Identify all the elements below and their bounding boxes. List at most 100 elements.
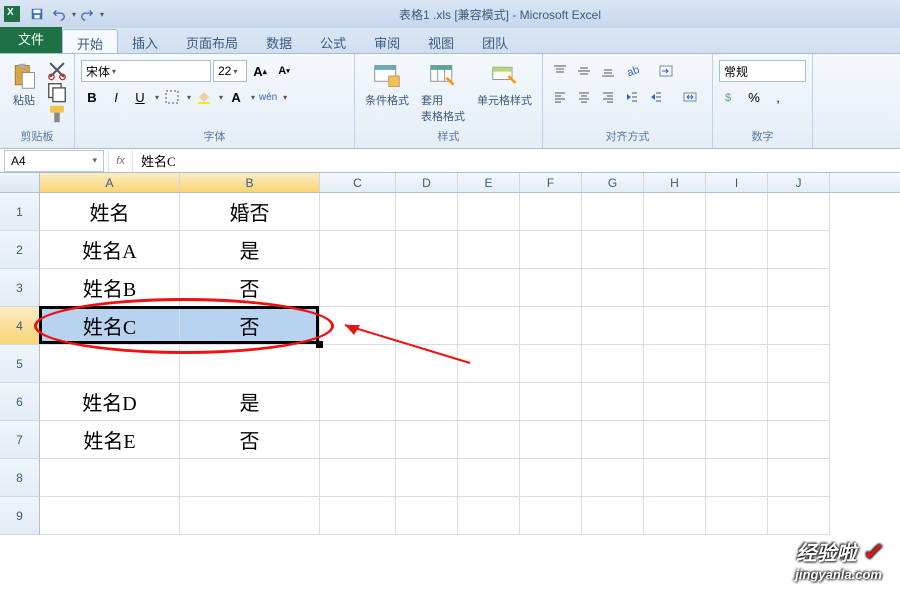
col-header-D[interactable]: D bbox=[396, 173, 458, 192]
col-header-A[interactable]: A bbox=[40, 173, 180, 192]
underline-button[interactable]: U bbox=[129, 86, 151, 108]
cell-D3[interactable] bbox=[396, 269, 458, 307]
tab-data[interactable]: 数据 bbox=[252, 29, 306, 53]
decrease-indent-button[interactable] bbox=[621, 86, 643, 108]
row-header-7[interactable]: 7 bbox=[0, 421, 40, 459]
col-header-C[interactable]: C bbox=[320, 173, 396, 192]
border-button[interactable] bbox=[161, 86, 183, 108]
cell-C1[interactable] bbox=[320, 193, 396, 231]
cell-B2[interactable]: 是 bbox=[180, 231, 320, 269]
cell-I8[interactable] bbox=[706, 459, 768, 497]
cell-D2[interactable] bbox=[396, 231, 458, 269]
cell-E1[interactable] bbox=[458, 193, 520, 231]
cell-E4[interactable] bbox=[458, 307, 520, 345]
cell-A2[interactable]: 姓名A bbox=[40, 231, 180, 269]
tab-home[interactable]: 开始 bbox=[62, 29, 118, 53]
cell-C3[interactable] bbox=[320, 269, 396, 307]
cell-B3[interactable]: 否 bbox=[180, 269, 320, 307]
qat-redo-button[interactable] bbox=[77, 4, 97, 24]
cell-A7[interactable]: 姓名E bbox=[40, 421, 180, 459]
cell-J1[interactable] bbox=[768, 193, 830, 231]
row-header-2[interactable]: 2 bbox=[0, 231, 40, 269]
cell-I1[interactable] bbox=[706, 193, 768, 231]
cell-A5[interactable] bbox=[40, 345, 180, 383]
orientation-button[interactable]: ab bbox=[621, 60, 643, 82]
row-header-8[interactable]: 8 bbox=[0, 459, 40, 497]
cell-H1[interactable] bbox=[644, 193, 706, 231]
cell-D6[interactable] bbox=[396, 383, 458, 421]
cell-C8[interactable] bbox=[320, 459, 396, 497]
font-name-combo[interactable]: 宋体▾ bbox=[81, 60, 211, 82]
cell-H6[interactable] bbox=[644, 383, 706, 421]
cell-H3[interactable] bbox=[644, 269, 706, 307]
tab-team[interactable]: 团队 bbox=[468, 29, 522, 53]
align-middle-button[interactable] bbox=[573, 60, 595, 82]
cell-H5[interactable] bbox=[644, 345, 706, 383]
qat-undo-button[interactable] bbox=[49, 4, 69, 24]
cell-J4[interactable] bbox=[768, 307, 830, 345]
cell-G5[interactable] bbox=[582, 345, 644, 383]
tab-formulas[interactable]: 公式 bbox=[306, 29, 360, 53]
cell-C7[interactable] bbox=[320, 421, 396, 459]
cell-C5[interactable] bbox=[320, 345, 396, 383]
name-box-dropdown[interactable]: ▾ bbox=[92, 155, 97, 166]
cell-A9[interactable] bbox=[40, 497, 180, 535]
col-header-B[interactable]: B bbox=[180, 173, 320, 192]
cell-E2[interactable] bbox=[458, 231, 520, 269]
tab-review[interactable]: 审阅 bbox=[360, 29, 414, 53]
cell-F2[interactable] bbox=[520, 231, 582, 269]
cell-J8[interactable] bbox=[768, 459, 830, 497]
font-color-dropdown[interactable]: ▾ bbox=[251, 93, 255, 102]
cell-E3[interactable] bbox=[458, 269, 520, 307]
tab-file[interactable]: 文件 bbox=[0, 27, 62, 53]
align-center-button[interactable] bbox=[573, 86, 595, 108]
select-all-corner[interactable] bbox=[0, 173, 40, 192]
shrink-font-button[interactable]: A▾ bbox=[273, 60, 295, 82]
row-header-6[interactable]: 6 bbox=[0, 383, 40, 421]
cell-H8[interactable] bbox=[644, 459, 706, 497]
cell-J2[interactable] bbox=[768, 231, 830, 269]
name-box[interactable]: A4 ▾ bbox=[4, 150, 104, 172]
currency-button[interactable]: $ bbox=[719, 86, 741, 108]
cell-B5[interactable] bbox=[180, 345, 320, 383]
border-dropdown[interactable]: ▾ bbox=[187, 93, 191, 102]
qat-undo-dropdown[interactable]: ▾ bbox=[72, 10, 76, 19]
cell-E8[interactable] bbox=[458, 459, 520, 497]
increase-indent-button[interactable] bbox=[645, 86, 667, 108]
cell-I6[interactable] bbox=[706, 383, 768, 421]
row-header-9[interactable]: 9 bbox=[0, 497, 40, 535]
align-bottom-button[interactable] bbox=[597, 60, 619, 82]
tab-view[interactable]: 视图 bbox=[414, 29, 468, 53]
cell-A4[interactable]: 姓名C bbox=[40, 307, 180, 345]
cell-I5[interactable] bbox=[706, 345, 768, 383]
col-header-H[interactable]: H bbox=[644, 173, 706, 192]
cell-B4[interactable]: 否 bbox=[180, 307, 320, 345]
cell-B7[interactable]: 否 bbox=[180, 421, 320, 459]
cell-J7[interactable] bbox=[768, 421, 830, 459]
percent-button[interactable]: % bbox=[743, 86, 765, 108]
row-header-4[interactable]: 4 bbox=[0, 307, 40, 345]
cell-F5[interactable] bbox=[520, 345, 582, 383]
format-painter-button[interactable] bbox=[46, 104, 68, 124]
col-header-I[interactable]: I bbox=[706, 173, 768, 192]
qat-save-button[interactable] bbox=[27, 4, 47, 24]
cell-I2[interactable] bbox=[706, 231, 768, 269]
fill-color-dropdown[interactable]: ▾ bbox=[219, 93, 223, 102]
cell-G6[interactable] bbox=[582, 383, 644, 421]
cell-style-button[interactable]: 单元格样式 bbox=[473, 60, 536, 110]
cell-A6[interactable]: 姓名D bbox=[40, 383, 180, 421]
cell-J6[interactable] bbox=[768, 383, 830, 421]
cell-E9[interactable] bbox=[458, 497, 520, 535]
cell-B6[interactable]: 是 bbox=[180, 383, 320, 421]
cell-H9[interactable] bbox=[644, 497, 706, 535]
cell-B8[interactable] bbox=[180, 459, 320, 497]
tab-insert[interactable]: 插入 bbox=[118, 29, 172, 53]
cell-B9[interactable] bbox=[180, 497, 320, 535]
align-left-button[interactable] bbox=[549, 86, 571, 108]
col-header-G[interactable]: G bbox=[582, 173, 644, 192]
cell-F7[interactable] bbox=[520, 421, 582, 459]
phonetic-dropdown[interactable]: ▾ bbox=[283, 93, 287, 102]
merge-button[interactable] bbox=[679, 86, 701, 108]
cell-E5[interactable] bbox=[458, 345, 520, 383]
cell-D7[interactable] bbox=[396, 421, 458, 459]
